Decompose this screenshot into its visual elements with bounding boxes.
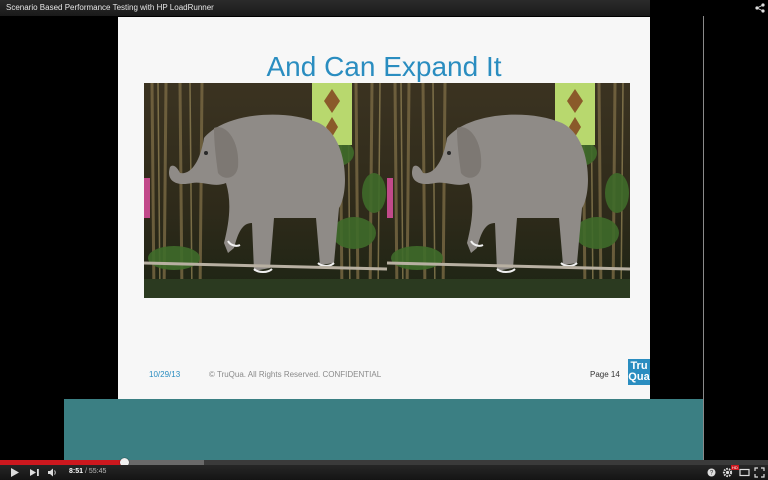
- truqua-logo: Tru Qua: [628, 359, 650, 385]
- total-duration: 55:45: [88, 468, 107, 475]
- slide-page-number: Page 14: [590, 370, 620, 379]
- presentation-slide: And Can Expand It 10/29/13 © TruQua. All…: [118, 17, 650, 399]
- video-bottom-band: [64, 399, 703, 460]
- slide-footer-date: 10/29/13: [149, 370, 181, 379]
- share-icon[interactable]: [755, 3, 765, 13]
- fullscreen-icon[interactable]: [754, 467, 765, 478]
- play-icon[interactable]: [9, 467, 20, 478]
- divider: [703, 16, 704, 460]
- video-title[interactable]: Scenario Based Performance Testing with …: [6, 3, 214, 12]
- player-controls: 8:51 / 55:45 ? HD: [0, 465, 768, 480]
- time-display: 8:51 / 55:45: [69, 468, 106, 475]
- next-icon[interactable]: [29, 467, 40, 478]
- slide-footer-copyright: © TruQua. All Rights Reserved. CONFIDENT…: [209, 370, 382, 379]
- slide-heading: And Can Expand It: [266, 51, 502, 82]
- video-title-bar: Scenario Based Performance Testing with …: [0, 0, 650, 16]
- video-player[interactable]: Scenario Based Performance Testing with …: [0, 0, 768, 460]
- elephant-photo: [144, 83, 630, 298]
- theater-mode-icon[interactable]: [739, 467, 750, 478]
- current-time: 8:51: [69, 468, 84, 475]
- time-separator: /: [84, 468, 87, 475]
- hd-badge: HD: [731, 465, 739, 470]
- volume-icon[interactable]: [47, 467, 58, 478]
- help-icon[interactable]: ?: [706, 467, 717, 478]
